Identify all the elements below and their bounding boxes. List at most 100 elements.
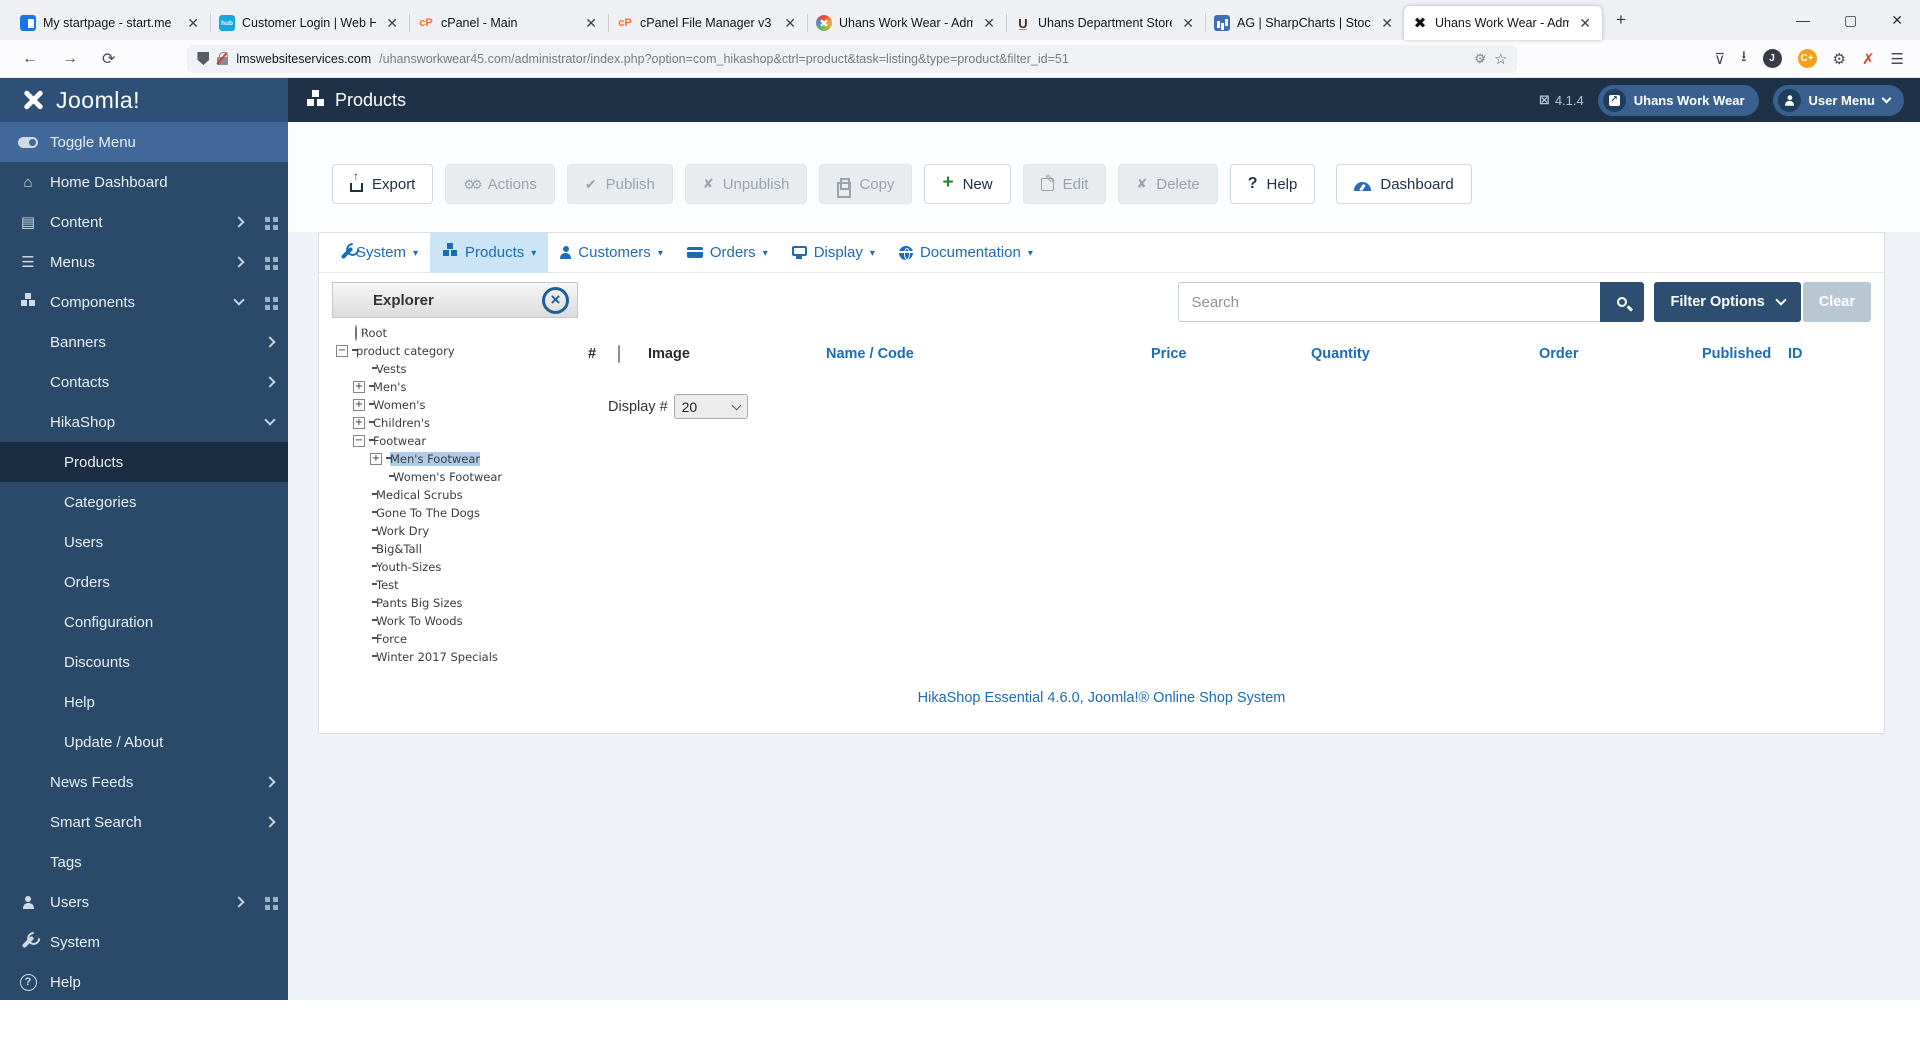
- save-page-icon[interactable]: ⊽: [1714, 50, 1725, 68]
- tab-close-icon[interactable]: ✕: [1378, 15, 1396, 32]
- tree-item-women-s-footwear[interactable]: Women's Footwear: [336, 468, 578, 486]
- sidebar-item-users[interactable]: Users: [0, 522, 288, 562]
- sidebar-item-tags[interactable]: Tags: [0, 842, 288, 882]
- tab-ag-sharpcharts-stockchart-6[interactable]: AG | SharpCharts | StockChart ✕: [1206, 6, 1404, 40]
- sidebar-item-content[interactable]: ▤ Content: [0, 202, 288, 242]
- tab-close-icon[interactable]: ✕: [383, 15, 401, 32]
- tree-item-vests[interactable]: Vests: [336, 360, 578, 378]
- page-action-icon[interactable]: ⚙̷: [1474, 51, 1486, 67]
- dashboard-grid-icon[interactable]: [265, 896, 270, 902]
- explorer-close-icon[interactable]: ×: [542, 286, 569, 314]
- tab-close-icon[interactable]: ✕: [582, 15, 600, 32]
- downloads-icon[interactable]: ⭳: [1741, 46, 1746, 71]
- hikashop-footer-link[interactable]: HikaShop Essential 4.6.0, Joomla!® Onlin…: [918, 690, 1286, 706]
- tab-close-icon[interactable]: ✕: [1179, 15, 1197, 32]
- back-icon[interactable]: ←: [10, 50, 50, 68]
- column-header-quantity[interactable]: Quantity: [1311, 346, 1539, 362]
- tab-customer-login-web-hostin-1[interactable]: hub Customer Login | Web Hostin ✕: [211, 6, 409, 40]
- tree-item-gone-to-the-dogs[interactable]: Gone To The Dogs: [336, 504, 578, 522]
- settings-extension-icon[interactable]: ⚙: [1833, 50, 1846, 68]
- tree-item-root[interactable]: Root: [336, 324, 578, 342]
- column-header-id[interactable]: ID: [1788, 346, 1828, 362]
- sidebar-item-users[interactable]: Users: [0, 882, 288, 922]
- account-extension-icon[interactable]: J: [1762, 49, 1782, 68]
- tab-uhans-department-store-pont-5[interactable]: U̲ Uhans Department Store Pont ✕: [1007, 6, 1205, 40]
- sidebar-item-help[interactable]: ? Help: [0, 962, 288, 1000]
- bookmark-star-icon[interactable]: ☆: [1494, 50, 1507, 68]
- tab-uhans-work-wear-administ-4[interactable]: ✖ Uhans Work Wear - Administ ✕: [808, 6, 1006, 40]
- collapse-minus-icon[interactable]: −: [336, 345, 348, 357]
- sidebar-item-news-feeds[interactable]: News Feeds: [0, 762, 288, 802]
- menu-icon[interactable]: ☰: [1891, 50, 1904, 68]
- tree-item-work-to-woods[interactable]: Work To Woods: [336, 612, 578, 630]
- dashboard-grid-icon[interactable]: [265, 256, 270, 262]
- tree-item-product-category[interactable]: − product category: [336, 342, 578, 360]
- sidebar-item-update-about[interactable]: Update / About: [0, 722, 288, 762]
- tab-cpanel-file-manager-v3-3[interactable]: cP cPanel File Manager v3 ✕: [609, 6, 807, 40]
- tab-close-icon[interactable]: ✕: [1576, 15, 1594, 32]
- column-header-order[interactable]: Order: [1539, 346, 1702, 362]
- tree-item-test[interactable]: Test: [336, 576, 578, 594]
- tab-close-icon[interactable]: ✕: [781, 15, 799, 32]
- sidebar-item-hikashop[interactable]: HikaShop: [0, 402, 288, 442]
- tree-item-force[interactable]: Force: [336, 630, 578, 648]
- tree-item-medical-scrubs[interactable]: Medical Scrubs: [336, 486, 578, 504]
- dashboard-grid-icon[interactable]: [265, 296, 270, 302]
- sidebar-item-discounts[interactable]: Discounts: [0, 642, 288, 682]
- reload-icon[interactable]: ⟳: [90, 49, 127, 69]
- sidebar-item-categories[interactable]: Categories: [0, 482, 288, 522]
- column-header-price[interactable]: Price: [1151, 346, 1311, 362]
- tree-item-work-dry[interactable]: Work Dry: [336, 522, 578, 540]
- close-icon[interactable]: ✕: [1874, 0, 1920, 40]
- column-header-published[interactable]: Published: [1702, 346, 1788, 362]
- hikashop-menu-documentation[interactable]: Documentation ▾: [887, 233, 1045, 273]
- hikashop-menu-customers[interactable]: Customers ▾: [548, 233, 675, 273]
- tab-close-icon[interactable]: ✕: [980, 15, 998, 32]
- minimize-icon[interactable]: —: [1779, 0, 1827, 40]
- hikashop-menu-system[interactable]: System ▾: [333, 233, 430, 273]
- joomla-extension-icon[interactable]: ✗: [1862, 50, 1875, 68]
- search-button[interactable]: [1600, 282, 1645, 322]
- forward-icon[interactable]: →: [50, 50, 90, 68]
- toolbar-button-help[interactable]: ? Help: [1229, 164, 1316, 204]
- sidebar-item-smart-search[interactable]: Smart Search: [0, 802, 288, 842]
- tab-uhans-work-wear-administ-7[interactable]: ✖ Uhans Work Wear - Administ ✕: [1404, 6, 1602, 40]
- hikashop-menu-display[interactable]: Display ▾: [780, 233, 887, 273]
- sidebar-item-contacts[interactable]: Contacts: [0, 362, 288, 402]
- expand-plus-icon[interactable]: +: [353, 399, 365, 411]
- sidebar-item-help[interactable]: Help: [0, 682, 288, 722]
- expand-plus-icon[interactable]: +: [370, 453, 382, 465]
- tree-item-men-s[interactable]: + Men's: [336, 378, 578, 396]
- clear-button[interactable]: Clear: [1802, 282, 1871, 322]
- maximize-icon[interactable]: ▢: [1827, 0, 1874, 40]
- sidebar-item-banners[interactable]: Banners: [0, 322, 288, 362]
- expand-plus-icon[interactable]: +: [353, 381, 365, 393]
- display-count-select[interactable]: 20: [673, 394, 748, 419]
- tree-item-women-s[interactable]: + Women's: [336, 396, 578, 414]
- user-menu-button[interactable]: User Menu: [1772, 84, 1904, 116]
- filter-options-button[interactable]: Filter Options: [1654, 282, 1801, 322]
- checkbox-icon[interactable]: [618, 345, 620, 363]
- sidebar-item-toggle-menu[interactable]: Toggle Menu: [0, 122, 288, 162]
- hikashop-menu-products[interactable]: Products ▾: [430, 232, 549, 273]
- toolbar-button-new[interactable]: + New: [924, 164, 1011, 204]
- collapse-minus-icon[interactable]: −: [353, 435, 365, 447]
- tree-item-pants-big-sizes[interactable]: Pants Big Sizes: [336, 594, 578, 612]
- tab-my-startpage-start-me-0[interactable]: My startpage - start.me ✕: [12, 6, 210, 40]
- sidebar-item-components[interactable]: Components: [0, 282, 288, 322]
- shield-icon[interactable]: [197, 52, 210, 65]
- sidebar-item-home-dashboard[interactable]: ⌂ Home Dashboard: [0, 162, 288, 202]
- select-all-checkbox[interactable]: [618, 345, 648, 363]
- tab-close-icon[interactable]: ✕: [184, 15, 202, 32]
- hikashop-menu-orders[interactable]: Orders ▾: [675, 233, 780, 273]
- tree-item-big-tall[interactable]: Big&Tall: [336, 540, 578, 558]
- new-tab-button[interactable]: +: [1602, 10, 1640, 30]
- toolbar-button-export[interactable]: Export: [332, 164, 434, 204]
- lock-slash-icon[interactable]: [217, 51, 229, 65]
- sidebar-item-products[interactable]: Products: [0, 442, 288, 482]
- extension-c-icon[interactable]: C+: [1797, 49, 1817, 68]
- site-preview-button[interactable]: Uhans Work Wear: [1597, 84, 1759, 116]
- tree-item-youth-sizes[interactable]: Youth-Sizes: [336, 558, 578, 576]
- search-input[interactable]: [1178, 282, 1601, 322]
- sidebar-item-configuration[interactable]: Configuration: [0, 602, 288, 642]
